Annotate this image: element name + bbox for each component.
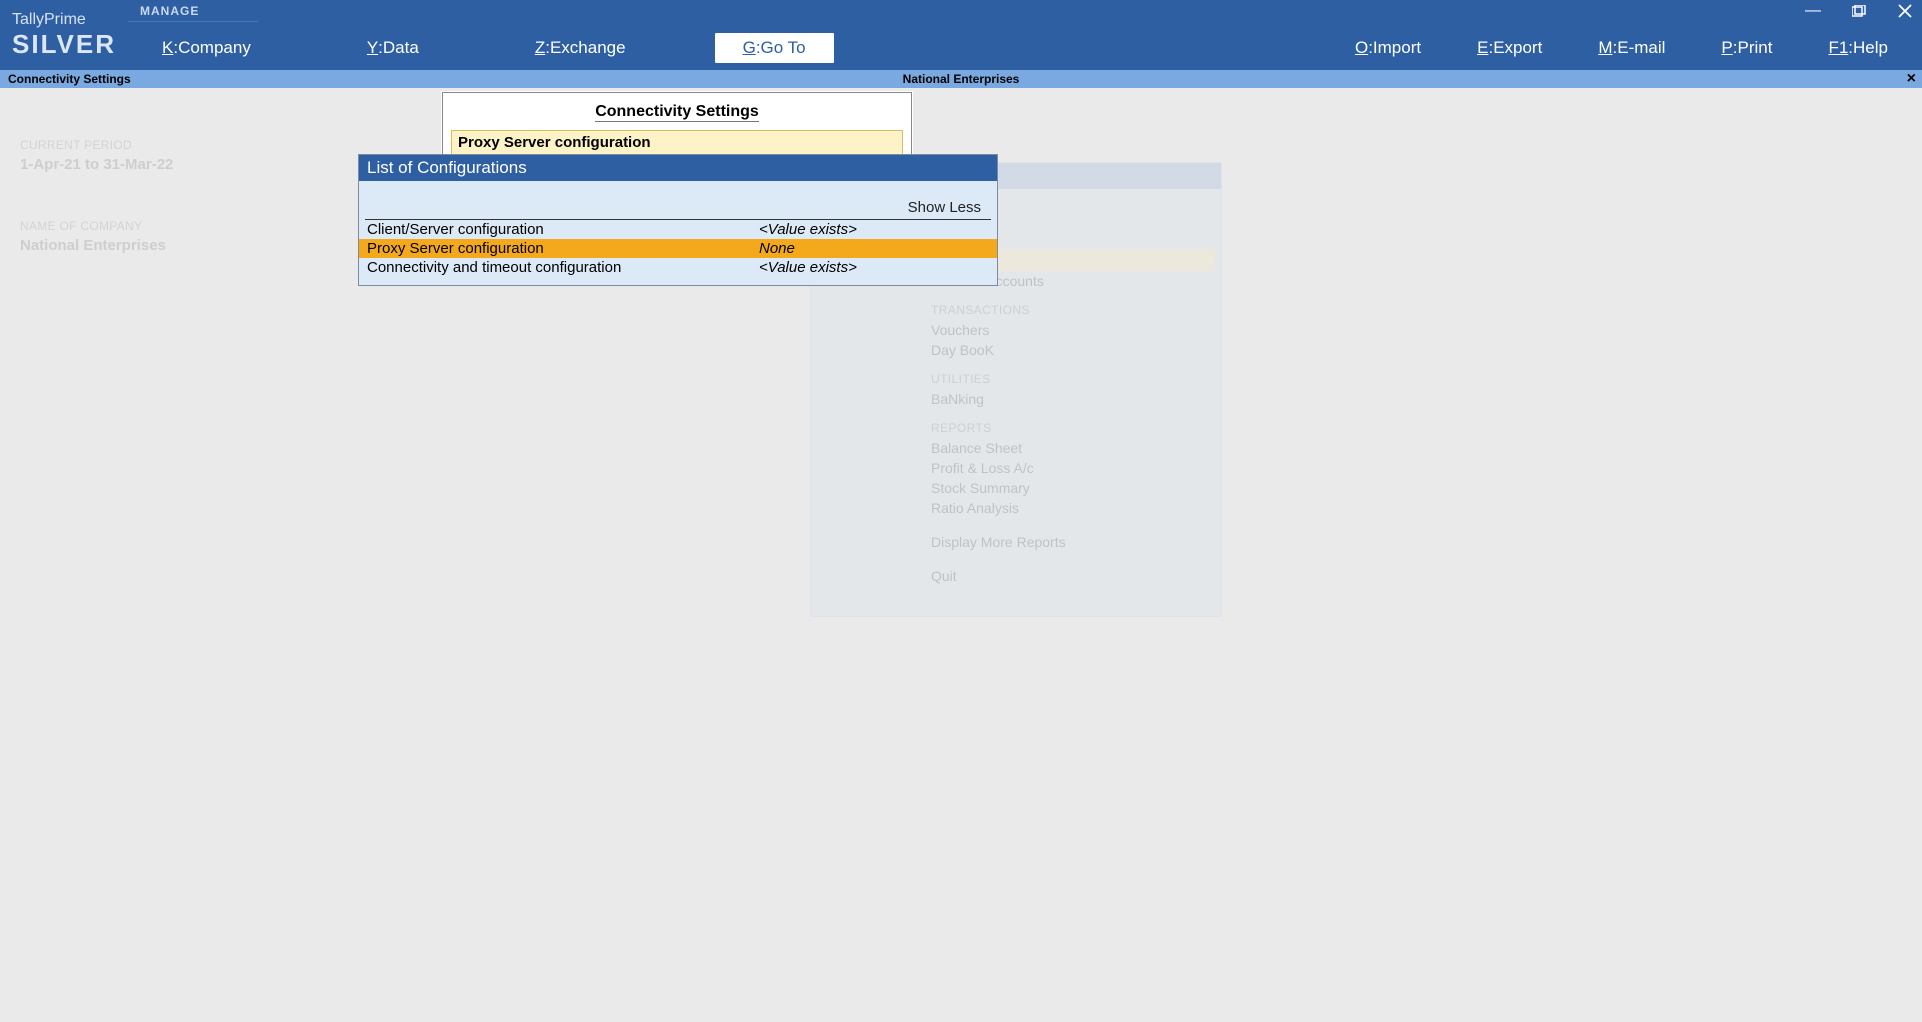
config-row-connectivity-timeout[interactable]: Connectivity and timeout configuration <… (359, 258, 997, 277)
section-transactions: TRANSACTIONS (811, 291, 1221, 320)
config-value: <Value exists> (759, 259, 857, 276)
breadcrumb: Connectivity Settings National Enterpris… (0, 70, 1922, 88)
period-label: CURRENT PERIOD (20, 138, 173, 152)
menu-wrap: MANAGE K:Company Y:Data Z:Exchange G:Go … (128, 0, 1922, 70)
gateway-item: Display More Reports (811, 532, 1221, 552)
company-value: National Enterprises (20, 237, 173, 254)
period-value: 1-Apr-21 to 31-Mar-22 (20, 156, 173, 173)
body: CURRENT PERIOD 1-Apr-21 to 31-Mar-22 NAM… (0, 88, 1922, 1022)
gateway-item: Quit (811, 566, 1221, 586)
menu-goto[interactable]: G:Go To (714, 32, 835, 64)
brand-edition: SILVER (12, 29, 116, 60)
gateway-item: BaNking (811, 389, 1221, 409)
show-less-toggle[interactable]: Show Less (365, 181, 991, 220)
menu-left-group: K:Company Y:Data Z:Exchange G:Go To (128, 28, 835, 64)
company-label: NAME OF COMPANY (20, 219, 173, 233)
menu-import[interactable]: O:Import (1341, 32, 1435, 64)
config-value: None (759, 240, 795, 257)
config-name: Proxy Server configuration (367, 240, 759, 257)
config-list-header: List of Configurations (359, 155, 997, 181)
maximize-icon[interactable] (1850, 4, 1868, 18)
crumb-close-icon[interactable]: × (1907, 70, 1916, 88)
gateway-item: Ratio Analysis (811, 498, 1221, 518)
app-root: TallyPrime SILVER MANAGE K:Company Y:Dat… (0, 0, 1922, 1022)
menu-print[interactable]: P:Print (1707, 32, 1786, 64)
config-row-client-server[interactable]: Client/Server configuration <Value exist… (359, 220, 997, 239)
configurations-list: List of Configurations Show Less Client/… (358, 154, 998, 286)
gateway-item: Vouchers (811, 320, 1221, 340)
gateway-item: Day BooK (811, 340, 1221, 360)
minimize-icon[interactable]: — (1804, 4, 1822, 18)
menu-row: K:Company Y:Data Z:Exchange G:Go To O:Im… (128, 22, 1922, 70)
menu-export[interactable]: E:Export (1463, 32, 1556, 64)
close-icon[interactable] (1896, 4, 1914, 18)
bg-left-panel: CURRENT PERIOD 1-Apr-21 to 31-Mar-22 NAM… (20, 138, 173, 254)
brand: TallyPrime SILVER (0, 0, 128, 70)
modal-search-input[interactable]: Proxy Server configuration (451, 130, 903, 155)
config-value: <Value exists> (759, 221, 857, 238)
config-name: Connectivity and timeout configuration (367, 259, 759, 276)
modal-title: Connectivity Settings (443, 93, 911, 130)
menu-data[interactable]: Y:Data (339, 32, 447, 64)
crumb-screen-name: Connectivity Settings (0, 72, 131, 86)
menu-help[interactable]: F1:Help (1814, 32, 1902, 64)
menu-right-group: O:Import E:Export M:E-mail P:Print F1:He… (1341, 28, 1922, 64)
section-reports: REPORTS (811, 409, 1221, 438)
menu-company[interactable]: K:Company (134, 32, 279, 64)
config-name: Client/Server configuration (367, 221, 759, 238)
titlebar: TallyPrime SILVER MANAGE K:Company Y:Dat… (0, 0, 1922, 70)
crumb-company-name: National Enterprises (903, 72, 1020, 86)
config-row-proxy-server[interactable]: Proxy Server configuration None (359, 239, 997, 258)
gateway-item: Stock Summary (811, 478, 1221, 498)
gateway-item: Balance Sheet (811, 438, 1221, 458)
brand-name: TallyPrime (12, 11, 116, 29)
window-controls: — (1804, 4, 1914, 18)
section-utilities: UTILITIES (811, 360, 1221, 389)
menu-email[interactable]: M:E-mail (1584, 32, 1679, 64)
manage-label: MANAGE (128, 0, 258, 22)
menu-exchange[interactable]: Z:Exchange (507, 32, 654, 64)
config-list-body: Client/Server configuration <Value exist… (359, 220, 997, 285)
gateway-item: Profit & Loss A/c (811, 458, 1221, 478)
